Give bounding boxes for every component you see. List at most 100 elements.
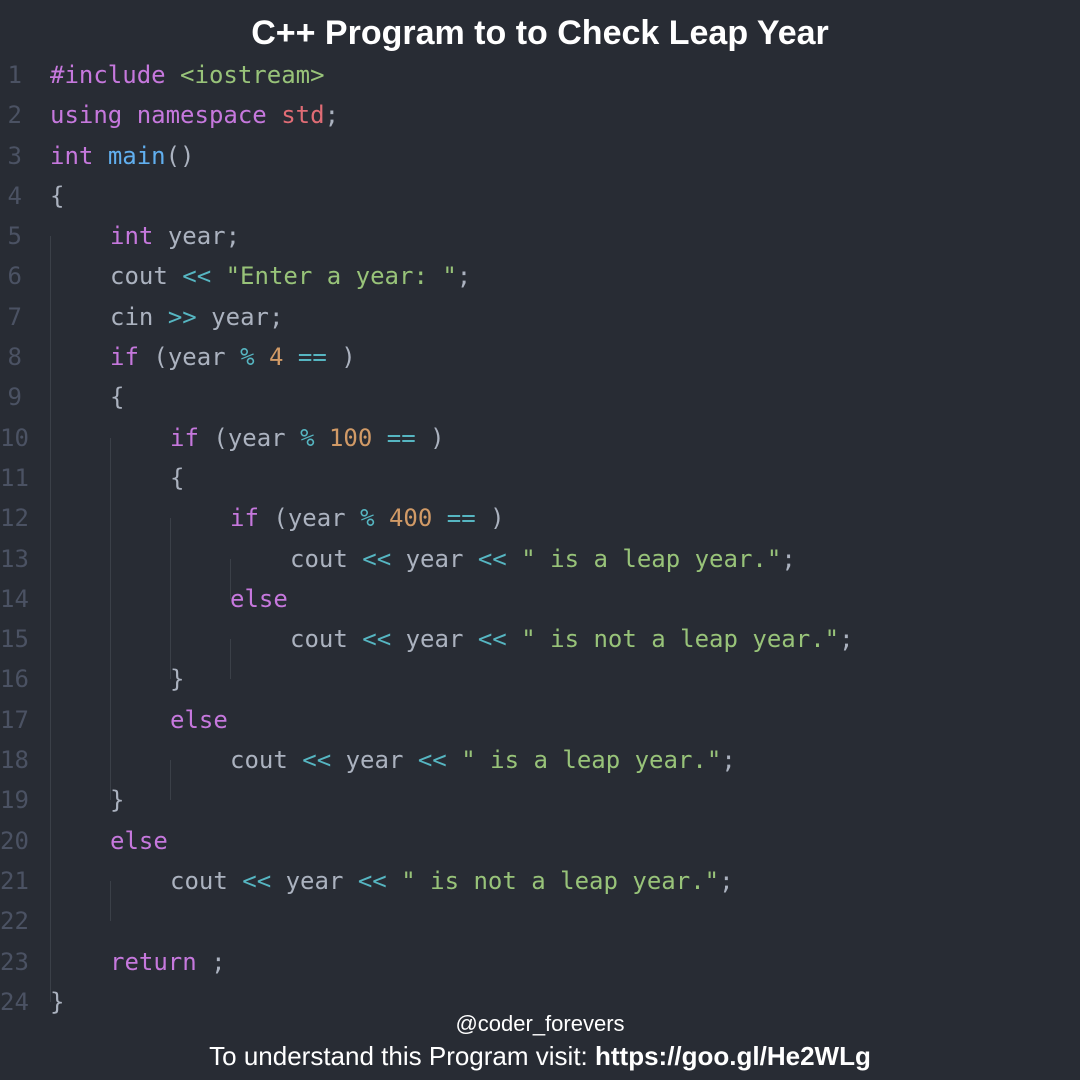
token-punctuation: ; bbox=[839, 625, 853, 653]
line-number: 17 bbox=[0, 706, 50, 734]
token-operator: >> bbox=[168, 303, 197, 331]
line-number: 2 bbox=[0, 101, 50, 129]
token-string: " is a leap year." bbox=[521, 545, 781, 573]
code-line: 22 bbox=[0, 907, 1070, 947]
code-line: 18 cout << year << " is a leap year."; bbox=[0, 746, 1070, 786]
token-punctuation: ; bbox=[211, 948, 225, 976]
code-editor: 1#include <iostream> 2using namespace st… bbox=[0, 61, 1080, 1028]
token-type: int bbox=[110, 222, 153, 250]
line-number: 14 bbox=[0, 585, 50, 613]
code-line: 23 return ; bbox=[0, 948, 1070, 988]
token-punctuation: ; bbox=[457, 262, 471, 290]
token-string: " is a leap year." bbox=[461, 746, 721, 774]
line-number: 10 bbox=[0, 424, 50, 452]
footer-prefix: To understand this Program visit: bbox=[209, 1041, 595, 1071]
token-string: " is not a leap year." bbox=[401, 867, 719, 895]
token-identifier: year bbox=[346, 746, 404, 774]
line-number: 6 bbox=[0, 262, 50, 290]
token-identifier: cout bbox=[230, 746, 288, 774]
code-line: 4{ bbox=[0, 182, 1070, 222]
footer-link: https://goo.gl/He2WLg bbox=[595, 1041, 871, 1071]
code-line: 19} bbox=[0, 786, 1070, 826]
token-punctuation: ; bbox=[719, 867, 733, 895]
token-punctuation: ( bbox=[213, 424, 227, 452]
token-identifier: cout bbox=[290, 545, 348, 573]
code-line: 14else bbox=[0, 585, 1070, 625]
token-identifier: cout bbox=[110, 262, 168, 290]
token-preprocessor: #include bbox=[50, 61, 166, 89]
token-type: int bbox=[50, 142, 93, 170]
token-operator: % bbox=[360, 504, 374, 532]
line-number: 3 bbox=[0, 142, 50, 170]
token-identifier: year bbox=[286, 867, 344, 895]
token-keyword: if bbox=[110, 343, 139, 371]
token-punctuation: ; bbox=[269, 303, 283, 331]
line-number: 15 bbox=[0, 625, 50, 653]
line-number: 18 bbox=[0, 746, 50, 774]
token-operator: << bbox=[302, 746, 331, 774]
code-line: 21 cout << year << " is not a leap year."… bbox=[0, 867, 1070, 907]
token-punctuation: ) bbox=[490, 504, 504, 532]
token-identifier: cout bbox=[170, 867, 228, 895]
token-punctuation: ; bbox=[325, 101, 339, 129]
token-punctuation: () bbox=[166, 142, 195, 170]
line-number: 11 bbox=[0, 464, 50, 492]
code-line: 12if (year % 400 == ) bbox=[0, 504, 1070, 544]
page-title: C++ Program to to Check Leap Year bbox=[0, 0, 1080, 61]
token-string: "Enter a year: " bbox=[226, 262, 457, 290]
line-number: 7 bbox=[0, 303, 50, 331]
token-identifier: year bbox=[406, 625, 464, 653]
code-line: 13cout << year << " is a leap year."; bbox=[0, 545, 1070, 585]
token-keyword: else bbox=[170, 706, 228, 734]
token-identifier: year bbox=[168, 343, 226, 371]
token-operator: << bbox=[478, 545, 507, 573]
token-operator: << bbox=[478, 625, 507, 653]
token-number: 400 bbox=[389, 504, 432, 532]
line-number: 12 bbox=[0, 504, 50, 532]
token-operator: << bbox=[418, 746, 447, 774]
token-punctuation: ) bbox=[430, 424, 444, 452]
token-operator: << bbox=[358, 867, 387, 895]
code-line: 11{ bbox=[0, 464, 1070, 504]
line-number: 20 bbox=[0, 827, 50, 855]
code-line: 20 else bbox=[0, 827, 1070, 867]
token-punctuation: ( bbox=[153, 343, 167, 371]
token-punctuation: ) bbox=[341, 343, 355, 371]
token-operator: == bbox=[387, 424, 416, 452]
token-identifier: year bbox=[288, 504, 346, 532]
token-operator: % bbox=[240, 343, 254, 371]
token-brace: } bbox=[110, 786, 124, 814]
token-keyword: return bbox=[110, 948, 197, 976]
line-number: 8 bbox=[0, 343, 50, 371]
token-function: main bbox=[108, 142, 166, 170]
code-line: 8if (year % 4 == ) bbox=[0, 343, 1070, 383]
line-number: 5 bbox=[0, 222, 50, 250]
line-number: 16 bbox=[0, 665, 50, 693]
token-punctuation: ; bbox=[781, 545, 795, 573]
token-operator: << bbox=[182, 262, 211, 290]
token-operator: << bbox=[362, 625, 391, 653]
token-number: 100 bbox=[329, 424, 372, 452]
code-line: 1#include <iostream> bbox=[0, 61, 1070, 101]
line-number: 1 bbox=[0, 61, 50, 89]
token-keyword: namespace bbox=[137, 101, 267, 129]
token-keyword: else bbox=[110, 827, 168, 855]
token-operator: << bbox=[362, 545, 391, 573]
token-punctuation: ; bbox=[721, 746, 735, 774]
line-number: 21 bbox=[0, 867, 50, 895]
social-handle: @coder_forevers bbox=[0, 1011, 1080, 1037]
token-operator: << bbox=[242, 867, 271, 895]
code-line: 16} bbox=[0, 665, 1070, 705]
footer-text: To understand this Program visit: https:… bbox=[0, 1041, 1080, 1072]
token-keyword: if bbox=[230, 504, 259, 532]
token-punctuation: ( bbox=[273, 504, 287, 532]
code-line: 7cin >> year; bbox=[0, 303, 1070, 343]
token-identifier: cout bbox=[290, 625, 348, 653]
token-punctuation: ; bbox=[226, 222, 240, 250]
token-number: 4 bbox=[269, 343, 283, 371]
code-line: 17 else bbox=[0, 706, 1070, 746]
token-operator: % bbox=[300, 424, 314, 452]
code-line: 6 cout << "Enter a year: "; bbox=[0, 262, 1070, 302]
token-brace: { bbox=[50, 182, 64, 210]
line-number: 23 bbox=[0, 948, 50, 976]
